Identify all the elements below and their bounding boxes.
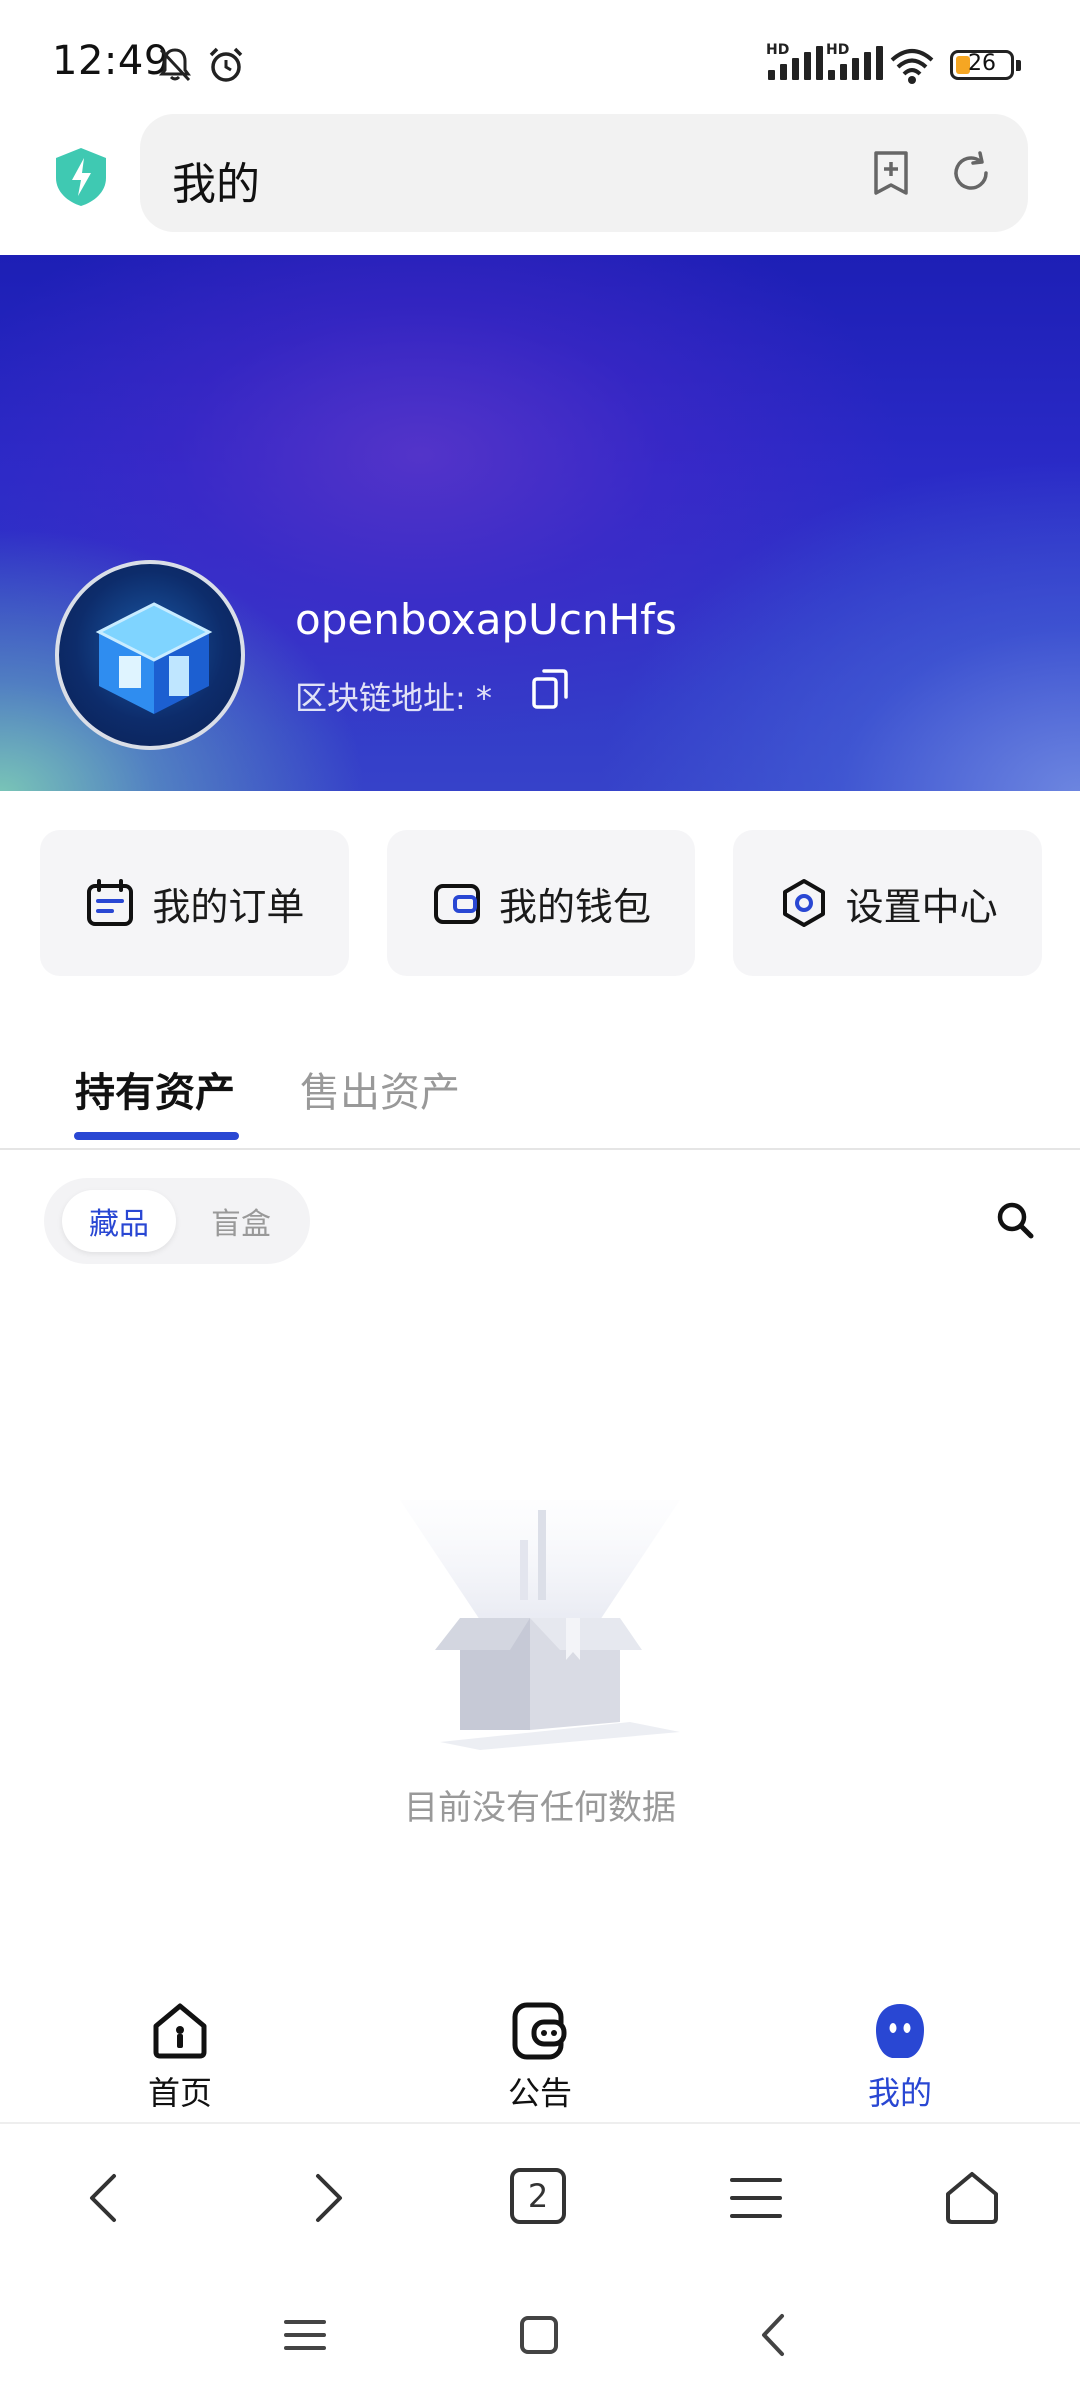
wallet-icon (434, 884, 480, 924)
browser-address-bar: 我的 (0, 112, 1080, 252)
search-icon[interactable] (995, 1200, 1035, 1240)
status-time: 12:49 (52, 38, 170, 84)
nav-home-label: 首页 (147, 2074, 212, 2112)
status-bar: 12:49 HD HD 26 (0, 0, 1080, 120)
home-icon (153, 2003, 207, 2059)
empty-state-text: 目前没有任何数据 (404, 1788, 676, 1828)
nav-profile[interactable]: 我的 (800, 1990, 1000, 2112)
nav-announcements[interactable]: 公告 (440, 1990, 640, 2112)
nav-announcements-label: 公告 (507, 2074, 572, 2112)
tab-sold-assets[interactable]: 售出资产 (300, 1060, 460, 1118)
signal-icon-2 (828, 44, 883, 80)
refresh-icon[interactable] (946, 148, 996, 198)
profile-icon (876, 2004, 924, 2058)
forward-icon[interactable] (296, 2168, 356, 2228)
announcement-icon (512, 2002, 567, 2060)
chain-address: 区块链地址: * (295, 679, 492, 717)
recents-icon[interactable] (280, 2310, 330, 2360)
avatar[interactable] (55, 560, 245, 750)
bookmark-add-icon[interactable] (866, 148, 916, 198)
calendar-order-icon (87, 879, 134, 926)
segment-blind-boxes[interactable]: 盲盒 (184, 1190, 298, 1252)
nav-profile-label: 我的 (867, 2074, 932, 2112)
profile-banner: openboxapUcnHfs 区块链地址: * (0, 255, 1080, 791)
tabs-button[interactable]: 2 (510, 2168, 566, 2224)
wifi-icon (890, 49, 934, 84)
my-orders-button[interactable]: 我的订单 (40, 830, 349, 976)
my-orders-label: 我的订单 (152, 884, 305, 929)
signal-icon-1 (768, 44, 823, 80)
cube-logo-icon (95, 602, 213, 714)
browser-toolbar: 2 (0, 2128, 1080, 2268)
copy-icon[interactable] (530, 667, 570, 711)
alarm-icon (209, 47, 243, 82)
segment-collectibles[interactable]: 藏品 (62, 1190, 176, 1252)
asset-type-segment: 藏品 盲盒 (44, 1178, 310, 1264)
battery-icon: 26 (950, 50, 1021, 80)
url-title: 我的 (172, 159, 260, 210)
my-wallet-button[interactable]: 我的钱包 (386, 830, 696, 976)
shield-bolt-icon[interactable] (54, 146, 108, 208)
tab-active-indicator (74, 1132, 239, 1140)
asset-tabs: 持有资产 售出资产 (0, 1040, 1080, 1150)
app-bottom-nav: 首页 公告 我的 (0, 1980, 1080, 2124)
my-wallet-label: 我的钱包 (499, 884, 652, 929)
tab-count: 2 (527, 2177, 549, 2215)
settings-center-button[interactable]: 设置中心 (733, 830, 1043, 976)
menu-icon[interactable] (726, 2168, 786, 2228)
mute-bell-icon (159, 48, 191, 82)
settings-hexagon-icon (782, 879, 825, 927)
url-field[interactable]: 我的 (140, 114, 1028, 232)
nav-home[interactable]: 首页 (80, 1990, 280, 2112)
battery-level: 26 (968, 51, 996, 76)
home-square-icon[interactable] (514, 2310, 564, 2360)
back-icon[interactable] (76, 2168, 136, 2228)
settings-center-label: 设置中心 (845, 884, 998, 929)
quick-actions: 我的订单 我的钱包 设置中心 (40, 830, 1043, 976)
tab-held-assets[interactable]: 持有资产 (75, 1060, 235, 1118)
username: openboxapUcnHfs (295, 595, 677, 644)
system-back-icon[interactable] (750, 2310, 800, 2360)
system-navigation (0, 2280, 1080, 2400)
empty-box-illustration (400, 1500, 680, 1750)
home-page-icon[interactable] (942, 2168, 1002, 2228)
